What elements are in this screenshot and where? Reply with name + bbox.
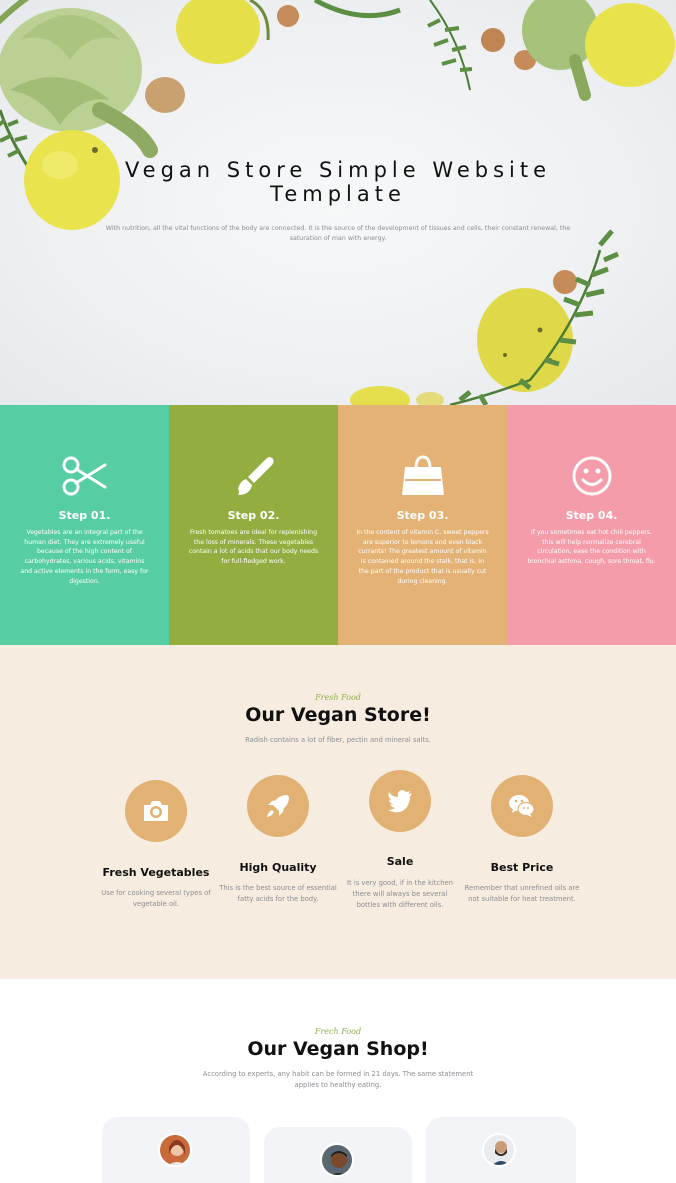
steps-section: Step 01. Vegetables are an integral part… (0, 405, 676, 645)
rocket-icon (267, 795, 289, 817)
testimonial-card-2 (264, 1127, 412, 1183)
hero-description: With nutrition, all the vital functions … (105, 225, 571, 242)
feature-icon-circle (369, 770, 431, 832)
shop-section: Frech Food Our Vegan Shop! According to … (0, 979, 676, 1183)
avatar (320, 1143, 354, 1177)
hero-title: Vegan Store Simple Website Template (124, 158, 552, 206)
feature-icon-circle (125, 780, 187, 842)
feature-title: Fresh Vegetables (102, 866, 210, 879)
camera-icon (144, 801, 168, 821)
feature-text: This is the best source of essential fat… (219, 884, 337, 903)
store-section: Fresh Food Our Vegan Store! Radish conta… (0, 645, 676, 979)
section-subtitle: Radish contains a lot of fiber, pectin a… (245, 736, 431, 744)
feature-icon-circle (247, 775, 309, 837)
section-title: Our Vegan Shop! (247, 1038, 429, 1060)
section-kicker: Fresh Food (315, 693, 361, 702)
feature-icon-circle (491, 775, 553, 837)
feature-text: Use for cooking several types of vegetab… (101, 889, 211, 908)
feature-title: High Quality (239, 861, 317, 874)
step-card-4: Step 04. If you sometimes eat hot chili … (507, 405, 676, 645)
section-subtitle: According to experts, any habit can be f… (202, 1070, 474, 1089)
feature-title: Best Price (490, 861, 554, 874)
step-text: Vegetables are an integral part of the h… (20, 529, 149, 585)
shopping-bag-icon (401, 455, 444, 495)
smiley-icon (572, 456, 611, 496)
avatar (158, 1133, 192, 1167)
wechat-icon (509, 795, 535, 817)
step-text: In the content of vitamin C, sweet peppe… (356, 529, 489, 585)
step-card-2: Step 02. Fresh tomatoes are ideal for re… (169, 405, 338, 645)
step-title: Step 03. (396, 509, 449, 522)
section-kicker: Frech Food (314, 1027, 362, 1036)
feature-title: Sale (386, 855, 414, 868)
scissors-icon (62, 456, 106, 496)
step-text: Fresh tomatoes are ideal for replenishin… (188, 529, 319, 566)
step-title: Step 02. (227, 509, 280, 522)
hero-banner: Vegan Store Simple Website Template With… (0, 0, 676, 405)
feature-text: Remember that unrefined oils are not sui… (464, 884, 580, 903)
step-title: Step 04. (565, 509, 618, 522)
avatar (482, 1133, 516, 1167)
twitter-icon (388, 790, 412, 813)
brush-icon (237, 457, 274, 495)
step-card-3: Step 03. In the content of vitamin C, sw… (338, 405, 507, 645)
step-title: Step 01. (58, 509, 111, 522)
step-card-1: Step 01. Vegetables are an integral part… (0, 405, 169, 645)
step-text: If you sometimes eat hot chili peppers, … (527, 529, 656, 566)
feature-text: It is very good, if in the kitchen there… (346, 879, 453, 909)
testimonial-card-3 (426, 1117, 576, 1183)
testimonial-card-1 (102, 1117, 250, 1183)
section-title: Our Vegan Store! (245, 704, 431, 726)
